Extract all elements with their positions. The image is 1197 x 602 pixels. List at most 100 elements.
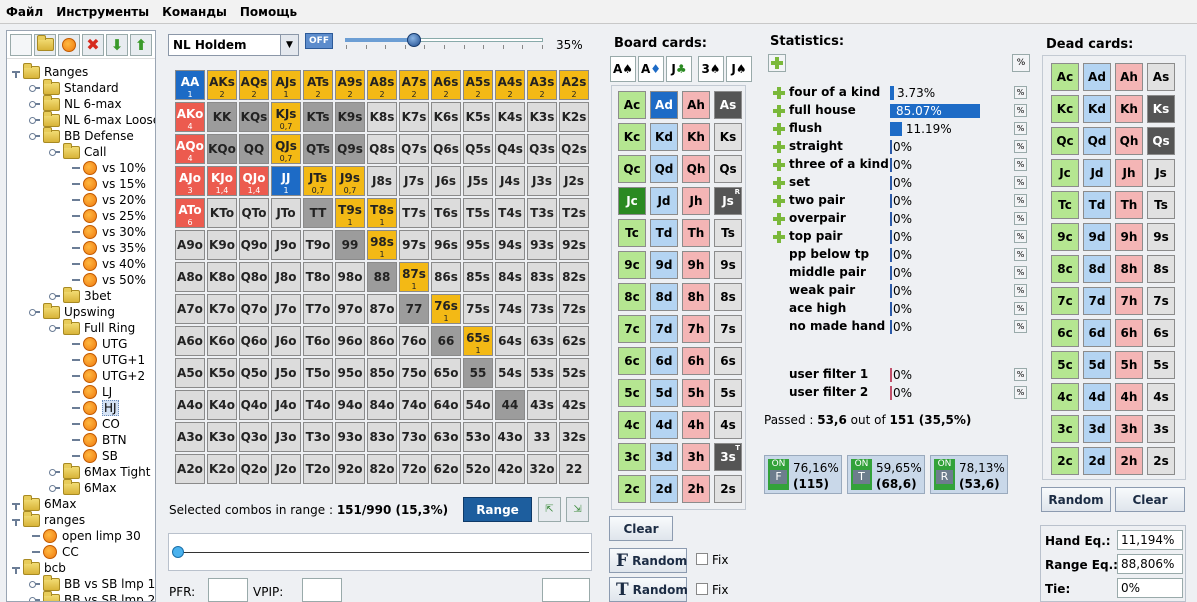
card-button[interactable]: 9d — [650, 251, 678, 279]
hand-cell[interactable]: 32s — [559, 422, 589, 452]
tree-toggle-icon[interactable] — [29, 595, 41, 601]
percent-toggle-button[interactable]: % — [1012, 54, 1030, 72]
card-button[interactable]: 6s — [714, 347, 742, 375]
hand-cell[interactable]: Q3s — [527, 134, 557, 164]
hand-cell[interactable]: T8s 1 — [367, 198, 397, 228]
card-button[interactable]: 3s T — [714, 443, 742, 471]
tree-item[interactable]: vs 50% — [71, 272, 146, 288]
tree-item[interactable]: Upswing — [29, 302, 115, 320]
card-button[interactable]: 2c — [618, 475, 646, 503]
hand-cell[interactable]: K8o — [207, 262, 237, 292]
move-up-button[interactable]: ⬆ — [130, 33, 152, 56]
hand-cell[interactable]: 32o — [527, 454, 557, 484]
hand-cell[interactable]: 96o — [335, 326, 365, 356]
hand-cell[interactable]: T7o — [303, 294, 333, 324]
hand-cell[interactable]: K9o — [207, 230, 237, 260]
tree-toggle-icon[interactable] — [29, 83, 41, 93]
plus-icon[interactable] — [772, 194, 785, 207]
hand-cell[interactable]: T8o — [303, 262, 333, 292]
hand-cell[interactable]: K5s — [463, 102, 493, 132]
hand-cell[interactable]: A7o — [175, 294, 205, 324]
hand-cell[interactable]: Q6o — [239, 326, 269, 356]
hand-cell[interactable]: 73s — [527, 294, 557, 324]
hand-cell[interactable]: K6o — [207, 326, 237, 356]
stat-percent-button[interactable]: % — [1014, 386, 1027, 399]
plus-icon[interactable] — [772, 104, 785, 117]
hand-cell[interactable]: AKo 4 — [175, 102, 205, 132]
card-button[interactable]: Js — [1147, 159, 1175, 187]
hand-cell[interactable]: J7o — [271, 294, 301, 324]
stat-percent-button[interactable]: % — [1014, 368, 1027, 381]
hand-cell[interactable]: 87o — [367, 294, 397, 324]
card-button[interactable]: 9h — [1115, 223, 1143, 251]
card-button[interactable]: Qh — [682, 155, 710, 183]
hand-cell[interactable]: J2o — [271, 454, 301, 484]
hand-cell[interactable]: J9o — [271, 230, 301, 260]
slider-thumb[interactable] — [407, 33, 422, 47]
hand-cell[interactable]: 52o — [463, 454, 493, 484]
card-button[interactable]: As — [1147, 63, 1175, 91]
hand-cell[interactable]: AQs 2 — [239, 70, 269, 100]
card-button[interactable]: 7d — [650, 315, 678, 343]
hand-cell[interactable]: A3o — [175, 422, 205, 452]
hand-cell[interactable]: A3s 2 — [527, 70, 557, 100]
plus-icon[interactable] — [772, 176, 785, 189]
card-button[interactable]: 3c — [1051, 415, 1079, 443]
hand-cell[interactable]: 74o — [399, 390, 429, 420]
card-button[interactable]: 7s — [714, 315, 742, 343]
flop-random-button[interactable]: F Random — [609, 548, 687, 573]
tree-toggle-icon[interactable] — [49, 147, 61, 157]
hand-cell[interactable]: A9s 2 — [335, 70, 365, 100]
hand-cell[interactable]: QTs — [303, 134, 333, 164]
add-range-button[interactable] — [58, 33, 80, 56]
hand-cell[interactable]: 94o — [335, 390, 365, 420]
hand-cell[interactable]: 84s — [495, 262, 525, 292]
add-filter-button[interactable] — [768, 54, 786, 72]
dead-random-button[interactable]: Random — [1041, 487, 1111, 512]
card-button[interactable]: Qd — [1083, 127, 1111, 155]
card-button[interactable]: 5s — [1147, 351, 1175, 379]
tree-item[interactable]: vs 10% — [71, 160, 146, 176]
card-button[interactable]: 2d — [1083, 447, 1111, 475]
hand-cell[interactable]: 54o — [463, 390, 493, 420]
tree-item[interactable]: open limp 30 — [31, 528, 141, 544]
hand-cell[interactable]: 99 — [335, 230, 365, 260]
card-button[interactable]: 8h — [1115, 255, 1143, 283]
card-button[interactable]: Qc — [1051, 127, 1079, 155]
stat-percent-button[interactable]: % — [1014, 302, 1027, 315]
tree-item[interactable]: bcb — [11, 558, 66, 576]
card-button[interactable]: 7d — [1083, 287, 1111, 315]
hand-cell[interactable]: 85s — [463, 262, 493, 292]
hand-cell[interactable]: T3o — [303, 422, 333, 452]
hand-cell[interactable]: K2o — [207, 454, 237, 484]
hand-cell[interactable]: KQs — [239, 102, 269, 132]
tree-item[interactable]: vs 40% — [71, 256, 146, 272]
plus-icon[interactable] — [772, 122, 785, 135]
hand-cell[interactable]: K2s — [559, 102, 589, 132]
hand-cell[interactable]: 63s — [527, 326, 557, 356]
card-button[interactable]: Ts — [714, 219, 742, 247]
card-button[interactable]: Qs — [714, 155, 742, 183]
card-button[interactable]: 6h — [1115, 319, 1143, 347]
tree-item[interactable]: UTG+2 — [71, 368, 145, 384]
turn-fix-checkbox[interactable] — [696, 583, 708, 595]
card-button[interactable]: Th — [682, 219, 710, 247]
card-button[interactable]: Kc — [1051, 95, 1079, 123]
card-button[interactable]: Jd — [650, 187, 678, 215]
hand-cell[interactable]: JTs 0,7 — [303, 166, 333, 196]
hand-cell[interactable]: A9o — [175, 230, 205, 260]
street-on-toggle[interactable]: ON R — [934, 459, 955, 490]
card-button[interactable]: Ac — [1051, 63, 1079, 91]
card-button[interactable]: 7h — [1115, 287, 1143, 315]
card-button[interactable]: 3h — [682, 443, 710, 471]
card-button[interactable]: 3s — [1147, 415, 1175, 443]
card-button[interactable]: Th — [1115, 191, 1143, 219]
tree-item[interactable]: Full Ring — [49, 318, 135, 336]
hand-cell[interactable]: 65o — [431, 358, 461, 388]
hand-cell[interactable]: K7o — [207, 294, 237, 324]
plus-icon[interactable] — [772, 86, 785, 99]
hand-cell[interactable]: J3o — [271, 422, 301, 452]
hand-cell[interactable]: 43o — [495, 422, 525, 452]
card-button[interactable]: 4c — [618, 411, 646, 439]
card-button[interactable]: Ad — [650, 91, 678, 119]
